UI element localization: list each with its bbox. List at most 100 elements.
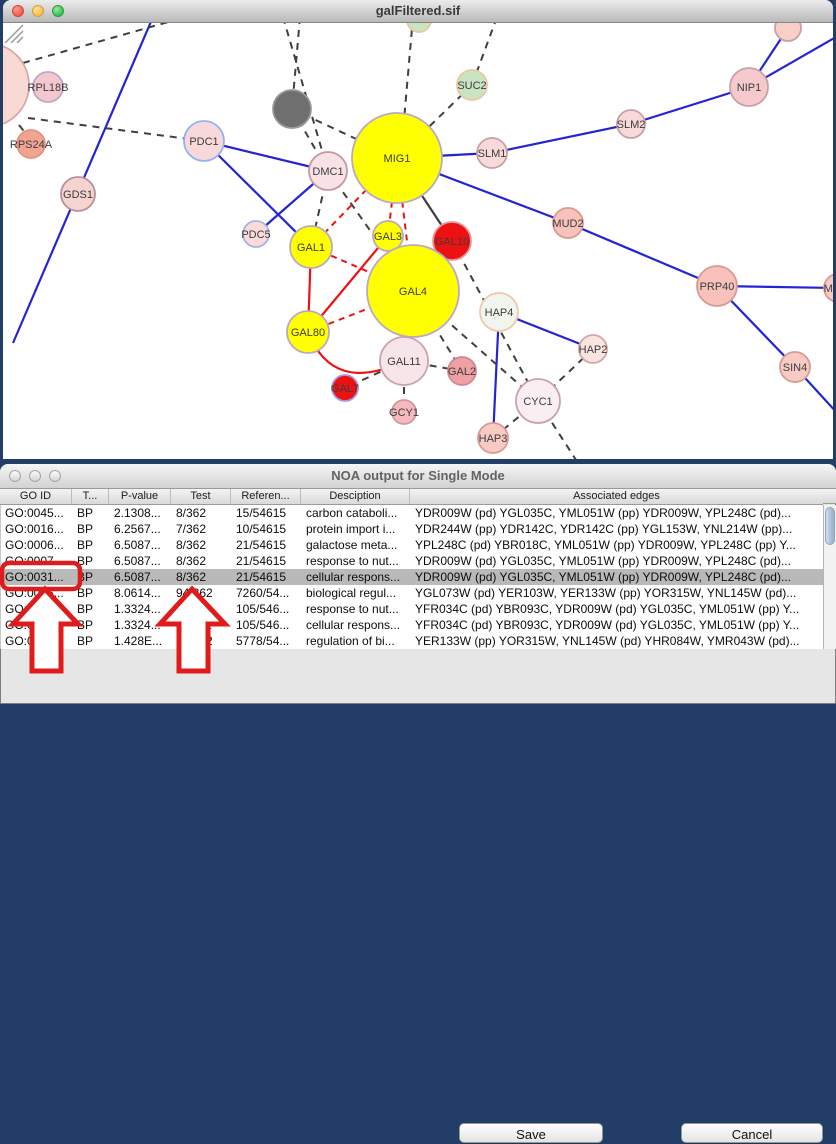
column-header-referen[interactable]: Referen... <box>231 489 301 504</box>
network-canvas[interactable]: RPL18BRPS24AGDS1PDC1DMC1MIG1SUC2SLM1SLM2… <box>3 23 833 459</box>
table-cell: GO:0031... <box>1 569 73 585</box>
table-cell: YER133W (pp) YOR315W, YNL145W (pd) YHR08… <box>411 633 823 649</box>
table-cell: GO:0006... <box>1 537 73 553</box>
node-label-HAP2: HAP2 <box>579 344 608 356</box>
close-icon[interactable] <box>9 470 21 482</box>
network-edge <box>568 223 717 286</box>
zoom-icon[interactable] <box>49 470 61 482</box>
table-row[interactable]: GO:0050...BP1.428E...80/3625778/54...reg… <box>1 633 823 649</box>
table-cell: cellular respons... <box>302 569 411 585</box>
table-cell: BP <box>73 553 110 569</box>
table-cell: GO:0065... <box>1 585 73 601</box>
table-cell: 11/362 <box>172 617 232 633</box>
close-icon[interactable] <box>12 5 24 17</box>
table-row[interactable]: GO:0007...BP6.5087...8/36221/54615respon… <box>1 553 823 569</box>
table-cell: YDR009W (pd) YGL035C, YML051W (pp) YDR00… <box>411 553 823 569</box>
network-window: galFiltered.sif RPL18B RPS24A GDS1 PDC1 DMC1… <box>3 0 833 458</box>
table-cell: BP <box>73 569 110 585</box>
table-row[interactable]: GO:0031...BP1.3324...11/362105/546...cel… <box>1 617 823 633</box>
cancel-button[interactable]: Cancel <box>681 1123 823 1143</box>
node-label-MUD2: MUD2 <box>552 218 583 230</box>
node-label-GAL1: GAL1 <box>297 242 325 254</box>
minimize-icon[interactable] <box>29 470 41 482</box>
column-header-p-value[interactable]: P-value <box>109 489 171 504</box>
node-label-GDS1: GDS1 <box>63 189 93 201</box>
table-cell: YDR009W (pd) YGL035C, YML051W (pp) YDR00… <box>411 505 823 521</box>
table-cell: response to nut... <box>302 601 411 617</box>
node-label-PRP40: PRP40 <box>700 281 735 293</box>
noa-window-titlebar: NOA output for Single Mode <box>0 464 836 489</box>
node-label-PDC5: PDC5 <box>241 229 270 241</box>
table-cell: 21/54615 <box>232 537 302 553</box>
table-cell: GO:0007... <box>1 553 73 569</box>
table-cell: 6.5087... <box>110 553 172 569</box>
table-cell: BP <box>73 521 110 537</box>
table-cell: 5778/54... <box>232 633 302 649</box>
noa-window: NOA output for Single Mode GO IDT...P-va… <box>0 464 836 704</box>
table-cell: GO:0050... <box>1 633 73 649</box>
table-row[interactable]: GO:0016...BP6.2567...7/36210/54615protei… <box>1 521 823 537</box>
node-unlabeled[interactable] <box>273 90 311 128</box>
network-window-title: galFiltered.sif <box>3 0 833 22</box>
table-cell: 2.1308... <box>110 505 172 521</box>
table-cell: BP <box>73 633 110 649</box>
node-label-DMC1: DMC1 <box>312 166 343 178</box>
column-header-go-id[interactable]: GO ID <box>0 489 72 504</box>
network-edge <box>28 118 204 141</box>
node-label-GCY1: GCY1 <box>389 407 419 419</box>
table-cell: 105/546... <box>232 601 302 617</box>
node-label-CYC1: CYC1 <box>523 396 552 408</box>
table-cell: 10/54615 <box>232 521 302 537</box>
table-row[interactable]: GO:0045...BP2.1308...8/36215/54615carbon… <box>1 505 823 521</box>
table-cell: response to nut... <box>302 553 411 569</box>
node-label-SIN4: SIN4 <box>783 362 807 374</box>
table-cell: 105/546... <box>232 617 302 633</box>
table-row[interactable]: GO:0065...BP8.0614...94/3627260/54...bio… <box>1 585 823 601</box>
save-button[interactable]: Save <box>459 1123 603 1143</box>
node-label-SLM2: SLM2 <box>617 119 646 131</box>
column-header-associated-edges[interactable]: Associated edges <box>410 489 823 504</box>
table-row[interactable]: GO:0006...BP6.5087...8/36221/54615galact… <box>1 537 823 553</box>
table-cell: 11/362 <box>172 601 232 617</box>
node-label-GAL80: GAL80 <box>291 327 325 339</box>
minimize-icon[interactable] <box>32 5 44 17</box>
scrollbar-thumb[interactable] <box>825 507 835 545</box>
table-cell: biological regul... <box>302 585 411 601</box>
table-cell: cellular respons... <box>302 617 411 633</box>
table-cell: carbon cataboli... <box>302 505 411 521</box>
node-unlabeled[interactable] <box>3 43 29 127</box>
vertical-scrollbar[interactable] <box>823 505 836 649</box>
network-edge <box>492 124 631 153</box>
table-cell: GO:0031... <box>1 601 73 617</box>
column-header-t[interactable]: T... <box>72 489 109 504</box>
table-row[interactable]: GO:0031...BP1.3324...11/362105/546...res… <box>1 601 823 617</box>
table-cell: 1.3324... <box>110 617 172 633</box>
table-cell: BP <box>73 505 110 521</box>
table-header-corner <box>823 489 836 504</box>
table-cell: 6.2567... <box>110 521 172 537</box>
node-label-MSL1: MSL1 <box>824 283 833 295</box>
table-cell: YFR034C (pd) YBR093C, YDR009W (pd) YGL03… <box>411 617 823 633</box>
resize-grip-icon[interactable] <box>3 23 25 43</box>
table-cell: 8.0614... <box>110 585 172 601</box>
table-cell: 6.5087... <box>110 569 172 585</box>
table-cell: YPL248C (pd) YBR018C, YML051W (pp) YDR00… <box>411 537 823 553</box>
node-unlabeled[interactable] <box>775 23 801 41</box>
table-cell: 8/362 <box>172 537 232 553</box>
table-cell: 6.5087... <box>110 537 172 553</box>
node-label-RPL18B: RPL18B <box>28 82 69 94</box>
results-table: GO:0045...BP2.1308...8/36215/54615carbon… <box>0 505 823 649</box>
table-cell: BP <box>73 585 110 601</box>
column-header-test[interactable]: Test <box>171 489 231 504</box>
node-label-RPS24A: RPS24A <box>10 139 53 151</box>
node-label-GAL3: GAL3 <box>374 231 402 243</box>
network-graph: RPL18BRPS24AGDS1PDC1DMC1MIG1SUC2SLM1SLM2… <box>3 23 833 459</box>
table-row[interactable]: GO:0031...BP6.5087...8/36221/54615cellul… <box>1 569 823 585</box>
node-label-PDC1: PDC1 <box>189 136 218 148</box>
zoom-icon[interactable] <box>52 5 64 17</box>
table-cell: 8/362 <box>172 505 232 521</box>
table-cell: 21/54615 <box>232 569 302 585</box>
column-header-desciption[interactable]: Desciption <box>301 489 410 504</box>
network-window-titlebar: galFiltered.sif <box>3 0 833 23</box>
node-unlabeled[interactable] <box>407 23 431 32</box>
